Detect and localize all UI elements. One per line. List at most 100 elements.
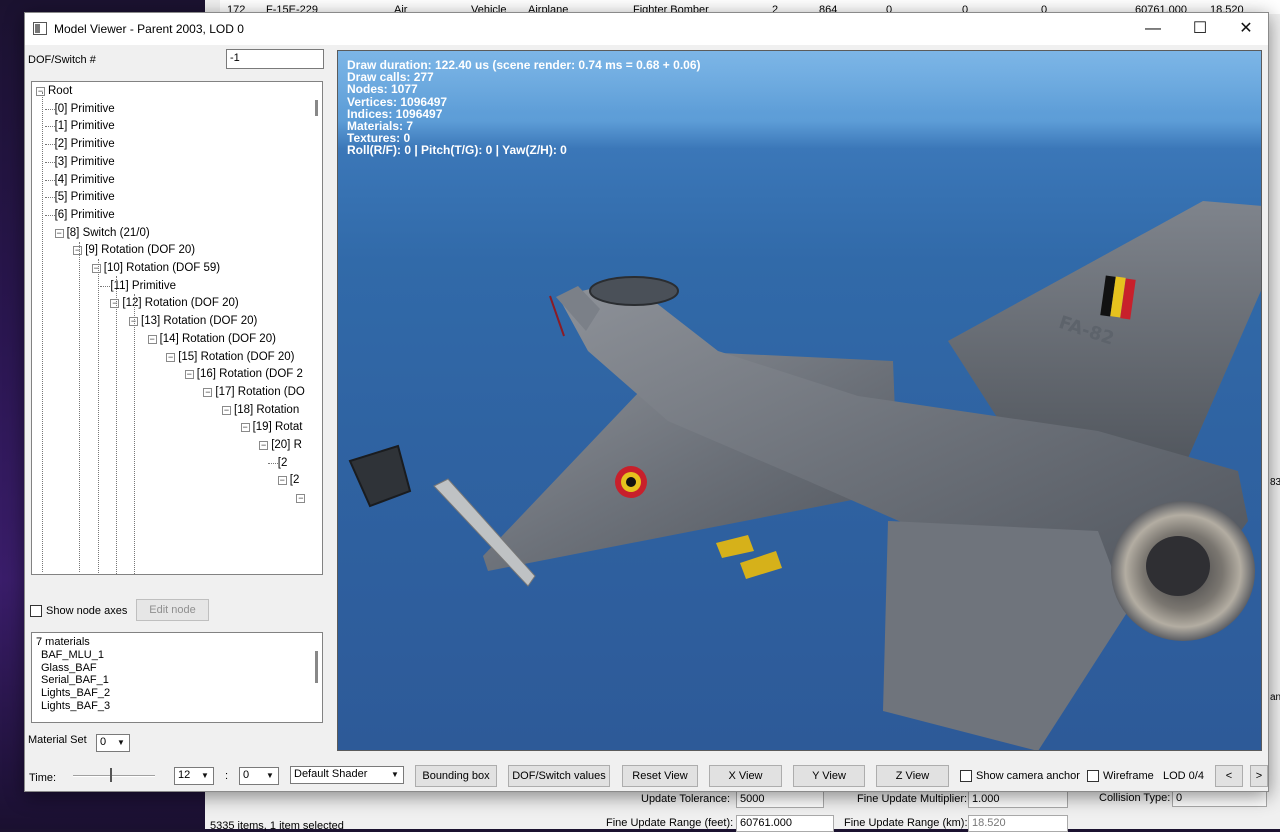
- reset-view-button[interactable]: Reset View: [622, 765, 698, 787]
- tree-node[interactable]: − [9] Rotation (DOF 20): [73, 242, 195, 258]
- show-node-axes-checkbox[interactable]: [30, 605, 42, 617]
- tree-node[interactable]: − [16] Rotation (DOF 2: [184, 366, 303, 382]
- tree-node-label: [2: [277, 456, 288, 469]
- tree-node[interactable]: − [19] Rotat: [240, 419, 303, 435]
- tree-node[interactable]: [1] Primitive: [44, 118, 115, 134]
- tree-collapse-icon[interactable]: −: [222, 405, 231, 415]
- fine-update-range-km-field[interactable]: 18.520: [968, 815, 1068, 832]
- tree-node-label: [2: [289, 474, 300, 487]
- model-viewer-window: Model Viewer - Parent 2003, LOD 0 — ☐ ✕ …: [24, 12, 1269, 792]
- material-set-select[interactable]: 0 ▼: [96, 734, 130, 752]
- 3d-viewport[interactable]: FA-82 Draw duration: 122.40 us (scene re…: [337, 50, 1262, 751]
- render-stat-line: Roll(R/F): 0 | Pitch(T/G): 0 | Yaw(Z/H):…: [347, 143, 567, 158]
- background-bottom-panel: Update Tolerance: 5000 Fine Update Multi…: [205, 790, 1280, 832]
- maximize-button[interactable]: ☐: [1177, 13, 1223, 45]
- tree-node[interactable]: − [12] Rotation (DOF 20): [110, 295, 239, 311]
- tree-node[interactable]: [3] Primitive: [44, 154, 115, 170]
- tree-node[interactable]: −: [296, 490, 308, 506]
- tree-node[interactable]: − [20] R: [259, 437, 302, 453]
- tree-node[interactable]: [0] Primitive: [44, 101, 115, 117]
- tree-collapse-icon[interactable]: −: [73, 246, 83, 256]
- wireframe-label: Wireframe: [1103, 770, 1154, 782]
- lod-next-button[interactable]: >: [1250, 765, 1268, 787]
- show-camera-anchor-checkbox[interactable]: [960, 770, 972, 782]
- tree-node[interactable]: [2: [267, 455, 288, 471]
- tree-node[interactable]: − [18] Rotation: [222, 402, 299, 418]
- y-view-button[interactable]: Y View: [793, 765, 865, 787]
- tree-node-label: [3] Primitive: [54, 155, 115, 168]
- collision-type-field[interactable]: 0: [1172, 790, 1267, 807]
- tree-collapse-icon[interactable]: −: [110, 299, 120, 309]
- tree-node[interactable]: [2] Primitive: [44, 136, 115, 152]
- tree-collapse-icon[interactable]: −: [36, 87, 45, 96]
- tree-node[interactable]: − [2: [277, 472, 300, 488]
- window-title: Model Viewer - Parent 2003, LOD 0: [54, 22, 244, 36]
- tree-node[interactable]: − [17] Rotation (DO: [203, 384, 305, 400]
- tree-node-label: [2] Primitive: [54, 138, 115, 151]
- tree-collapse-icon[interactable]: −: [91, 264, 101, 273]
- wireframe-checkbox[interactable]: [1087, 770, 1099, 782]
- material-item[interactable]: Lights_BAF_2: [41, 687, 110, 699]
- materials-list[interactable]: 7 materials BAF_MLU_1 Glass_BAF Serial_BAF_…: [31, 632, 323, 723]
- tree-node-label: [5] Primitive: [54, 191, 115, 204]
- tree-collapse-icon[interactable]: −: [147, 334, 157, 344]
- tree-collapse-icon[interactable]: −: [184, 370, 194, 380]
- tree-node-label: [18] Rotation: [234, 403, 300, 416]
- tree-node[interactable]: − [14] Rotation (DOF 20): [147, 331, 276, 347]
- time-slider-thumb[interactable]: [109, 768, 112, 782]
- minimize-button[interactable]: —: [1130, 13, 1176, 45]
- tree-node[interactable]: [11] Primitive: [100, 278, 176, 294]
- node-tree[interactable]: − Root [0] Primitive [1] Primitive [2] Primi…: [31, 81, 323, 575]
- fine-update-range-km-label: Fine Update Range (km):: [844, 817, 968, 829]
- title-bar[interactable]: Model Viewer - Parent 2003, LOD 0 — ☐ ✕: [25, 13, 1268, 45]
- tree-node[interactable]: [5] Primitive: [44, 189, 115, 205]
- tree-node[interactable]: − [10] Rotation (DOF 59): [91, 260, 220, 276]
- hour-select[interactable]: 12 ▼: [174, 767, 214, 785]
- dof-switch-values-button[interactable]: DOF/Switch values: [508, 765, 610, 787]
- minute-select[interactable]: 0 ▼: [239, 767, 279, 785]
- tree-node[interactable]: − [13] Rotation (DOF 20): [129, 313, 257, 329]
- render-stats-overlay: Draw duration: 122.40 us (scene render: …: [347, 59, 701, 157]
- time-slider-track[interactable]: [73, 775, 155, 777]
- materials-scrollbar[interactable]: [315, 651, 318, 683]
- tree-node-label: [19] Rotat: [252, 421, 303, 434]
- close-button[interactable]: ✕: [1223, 13, 1269, 45]
- tree-collapse-icon[interactable]: −: [259, 441, 269, 450]
- material-item[interactable]: BAF_MLU_1: [41, 649, 104, 661]
- tree-collapse-icon[interactable]: −: [203, 387, 213, 397]
- chevron-down-icon: ▼: [117, 738, 125, 747]
- x-view-button[interactable]: X View: [709, 765, 782, 787]
- dof-switch-input[interactable]: -1: [226, 49, 324, 69]
- tree-collapse-icon[interactable]: −: [277, 476, 287, 486]
- tree-node-label: Root: [48, 85, 73, 97]
- tree-connector: [44, 161, 55, 163]
- bounding-box-button[interactable]: Bounding box: [415, 765, 497, 787]
- tree-node[interactable]: [6] Primitive: [44, 207, 115, 223]
- shader-select[interactable]: Default Shader ▼: [290, 766, 404, 784]
- tree-node-label: [17] Rotation (DO: [215, 385, 305, 398]
- lod-prev-button[interactable]: <: [1215, 765, 1243, 787]
- tree-node[interactable]: − [15] Rotation (DOF 20): [166, 349, 295, 365]
- tree-collapse-icon[interactable]: −: [296, 494, 306, 504]
- tree-collapse-icon[interactable]: −: [240, 423, 250, 433]
- material-item[interactable]: Glass_BAF: [41, 662, 97, 674]
- fine-update-range-feet-field[interactable]: 60761.000: [736, 815, 834, 832]
- z-view-button[interactable]: Z View: [876, 765, 949, 787]
- tree-node[interactable]: [4] Primitive: [44, 172, 115, 188]
- tree-connector: [267, 462, 278, 464]
- material-item[interactable]: Serial_BAF_1: [41, 674, 109, 686]
- tree-collapse-icon[interactable]: −: [166, 352, 176, 362]
- fine-update-multiplier-label: Fine Update Multiplier:: [857, 793, 968, 805]
- update-tolerance-label: Update Tolerance:: [641, 793, 731, 805]
- tree-vertical-scrollbar[interactable]: [315, 100, 318, 116]
- update-tolerance-field[interactable]: 5000: [736, 791, 824, 808]
- material-item[interactable]: Lights_BAF_3: [41, 700, 110, 712]
- fine-update-multiplier-field[interactable]: 1.000: [968, 791, 1068, 808]
- edit-node-button[interactable]: Edit node: [136, 599, 209, 621]
- app-window-icon: [33, 22, 47, 35]
- render-stat-line: Nodes: 1077: [347, 82, 418, 97]
- tree-node-label: [13] Rotation (DOF 20): [141, 315, 258, 328]
- tree-collapse-icon[interactable]: −: [54, 228, 64, 238]
- tree-node[interactable]: − [8] Switch (21/0): [54, 225, 150, 241]
- canopy: [589, 276, 679, 306]
